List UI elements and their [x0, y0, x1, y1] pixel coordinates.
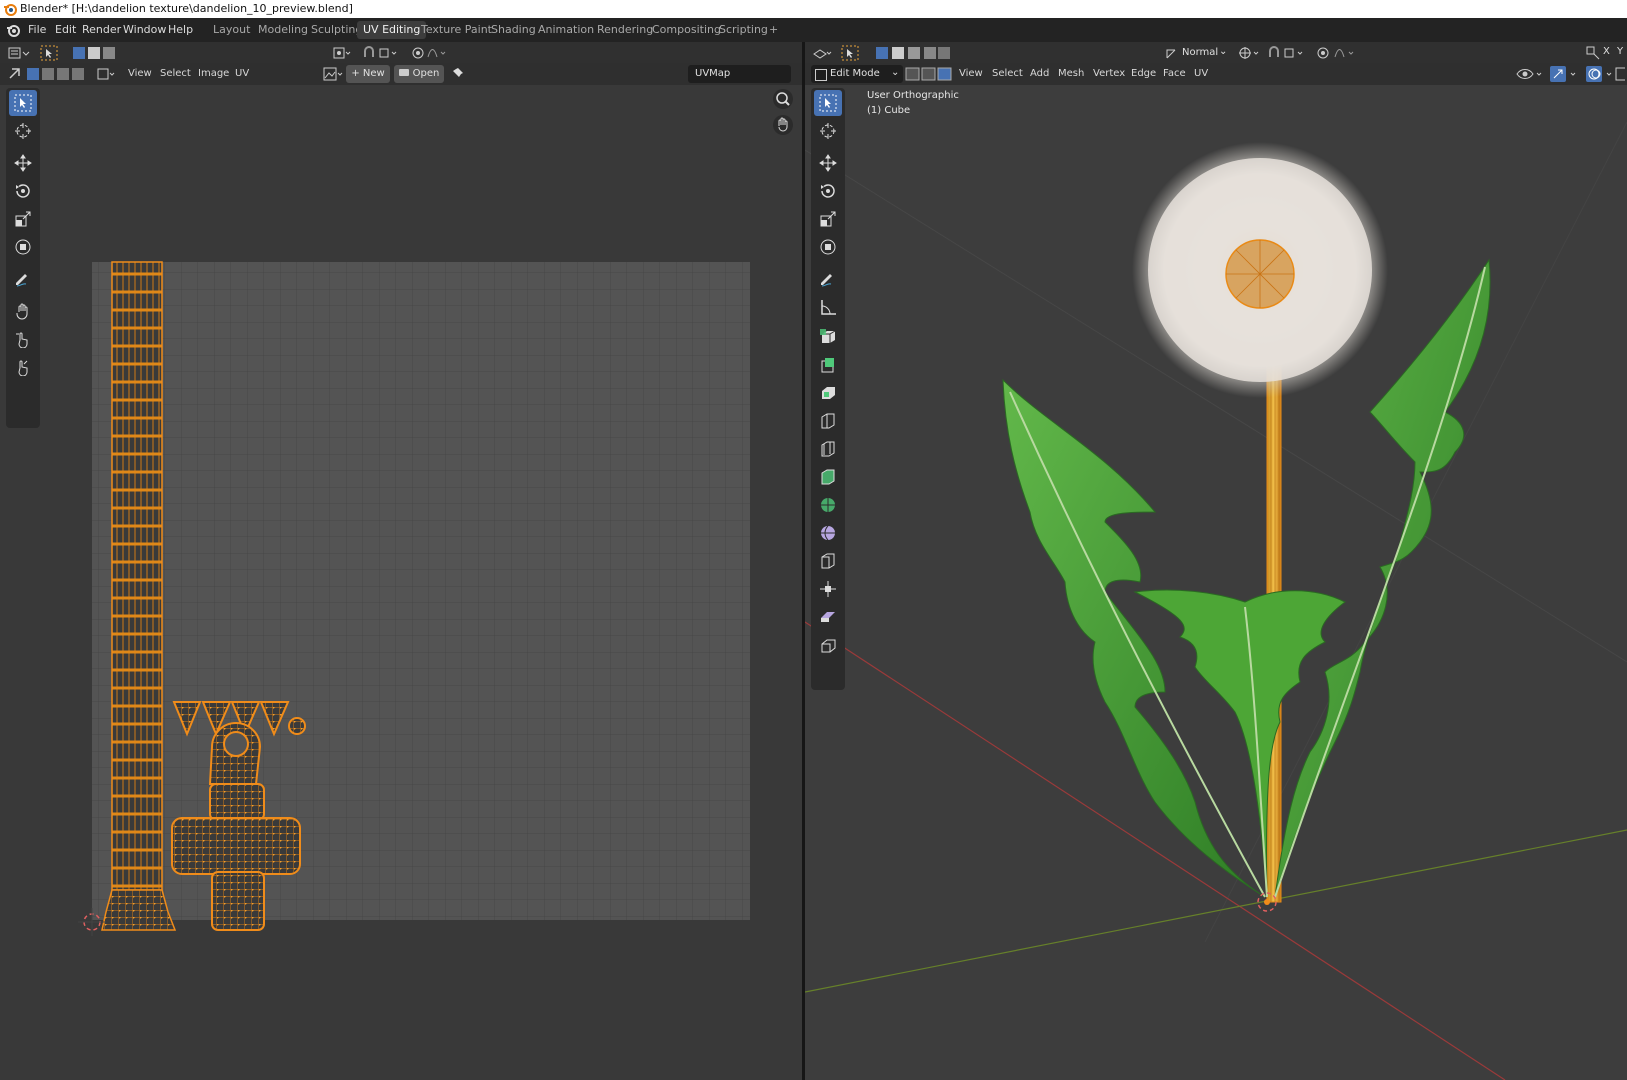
tool-smooth[interactable] — [814, 548, 842, 574]
menu-help[interactable]: Help — [168, 18, 193, 42]
editor-type-icon[interactable] — [811, 46, 833, 60]
tool-rotate[interactable] — [814, 178, 842, 204]
tool-cursor[interactable] — [814, 118, 842, 144]
stem-base-uv-island[interactable] — [101, 889, 177, 931]
orientation-label: Normal — [1182, 47, 1219, 58]
pivot-icon[interactable] — [1237, 45, 1261, 61]
view-name-label: User Orthographic — [867, 90, 959, 101]
viewport-menu-face[interactable]: Face — [1163, 64, 1186, 84]
tab-animation[interactable]: Animation — [532, 21, 600, 39]
axis-y-label[interactable]: Y — [1617, 46, 1623, 57]
viewport-menu-select[interactable]: Select — [992, 64, 1023, 84]
viewport-menu-view[interactable]: View — [959, 64, 983, 84]
tool-loop-cut[interactable] — [814, 436, 842, 462]
viewport-toolbar — [811, 88, 845, 690]
mode-dropdown[interactable]: Edit Mode ⌄ — [811, 65, 903, 83]
tool-knife[interactable] — [814, 464, 842, 490]
viewport-menu-edge[interactable]: Edge — [1131, 64, 1156, 84]
axis-x-label[interactable]: X — [1603, 46, 1610, 57]
tool-poly-build[interactable] — [814, 492, 842, 518]
chevron-down-icon: ⌄ — [891, 67, 900, 78]
orientation-icon — [1166, 49, 1176, 59]
viewport-menu-vertex[interactable]: Vertex — [1093, 64, 1125, 84]
tool-add-cube[interactable] — [814, 324, 842, 350]
tool-extrude[interactable] — [814, 352, 842, 378]
tool-measure[interactable] — [814, 294, 842, 320]
uv-editor-area: View Select Image UV + New Open UVMap — [0, 42, 802, 1080]
menu-file[interactable]: File — [28, 18, 46, 42]
tool-rip-region[interactable] — [814, 632, 842, 658]
window-titlebar: Blender* [H:\dandelion texture\dandelion… — [0, 0, 1627, 18]
tool-transform[interactable] — [814, 234, 842, 260]
tool-select-box[interactable] — [814, 90, 842, 116]
tool-edge-slide[interactable] — [814, 576, 842, 602]
viewport-header-bottom: Edit Mode ⌄ View Select Add Mesh Vertex … — [805, 63, 1627, 85]
gizmo-toggle-icon[interactable] — [1585, 45, 1601, 61]
tool-inset[interactable] — [814, 380, 842, 406]
gizmo-display-icon[interactable] — [1549, 65, 1581, 83]
tool-annotate[interactable] — [814, 266, 842, 292]
top-bar: File Edit Render Window Help Layout Mode… — [0, 18, 1627, 42]
menu-edit[interactable]: Edit — [55, 18, 76, 42]
tool-shrink-fatten[interactable] — [814, 604, 842, 630]
add-workspace-button[interactable]: + — [763, 21, 784, 39]
overlay-icon[interactable] — [1585, 65, 1625, 83]
blender-logo-icon — [4, 4, 17, 16]
head-uv-hole — [223, 731, 249, 757]
selection-mode-icons[interactable] — [875, 45, 951, 61]
uv-canvas[interactable] — [0, 42, 802, 1080]
stem-uv-island[interactable] — [112, 262, 162, 890]
proportional-edit-icon[interactable] — [1315, 45, 1359, 61]
transform-orientation-dropdown[interactable]: Normal ⌄ — [1165, 44, 1227, 62]
edit-mode-icon — [815, 69, 827, 81]
window-title: Blender* [H:\dandelion texture\dandelion… — [20, 2, 353, 15]
tool-move[interactable] — [814, 150, 842, 176]
viewport-canvas[interactable] — [805, 42, 1627, 1080]
mode-label: Edit Mode — [830, 68, 880, 79]
viewport-menu-uv[interactable]: UV — [1194, 64, 1208, 84]
blender-menu-icon[interactable] — [6, 23, 20, 37]
tab-layout[interactable]: Layout — [207, 21, 256, 39]
viewport-area: Normal ⌄ X Y Edit Mode ⌄ View Select Add… — [805, 42, 1627, 1080]
viewport-header-top: Normal ⌄ X Y — [805, 42, 1627, 64]
visibility-icon[interactable] — [1515, 66, 1547, 82]
chevron-down-icon: ⌄ — [1219, 46, 1228, 57]
snap-icon[interactable] — [1267, 45, 1309, 61]
seed-head-mesh-lines — [1226, 240, 1294, 308]
tool-scale[interactable] — [814, 206, 842, 232]
viewport-menu-add[interactable]: Add — [1030, 64, 1049, 84]
menu-render[interactable]: Render — [82, 18, 121, 42]
mesh-select-mode-icons[interactable] — [905, 66, 955, 82]
viewport-menu-mesh[interactable]: Mesh — [1058, 64, 1084, 84]
select-tool-icon[interactable] — [841, 45, 859, 61]
tool-spin[interactable] — [814, 520, 842, 546]
menu-window[interactable]: Window — [123, 18, 166, 42]
object-name-label: (1) Cube — [867, 105, 911, 116]
tool-bevel[interactable] — [814, 408, 842, 434]
